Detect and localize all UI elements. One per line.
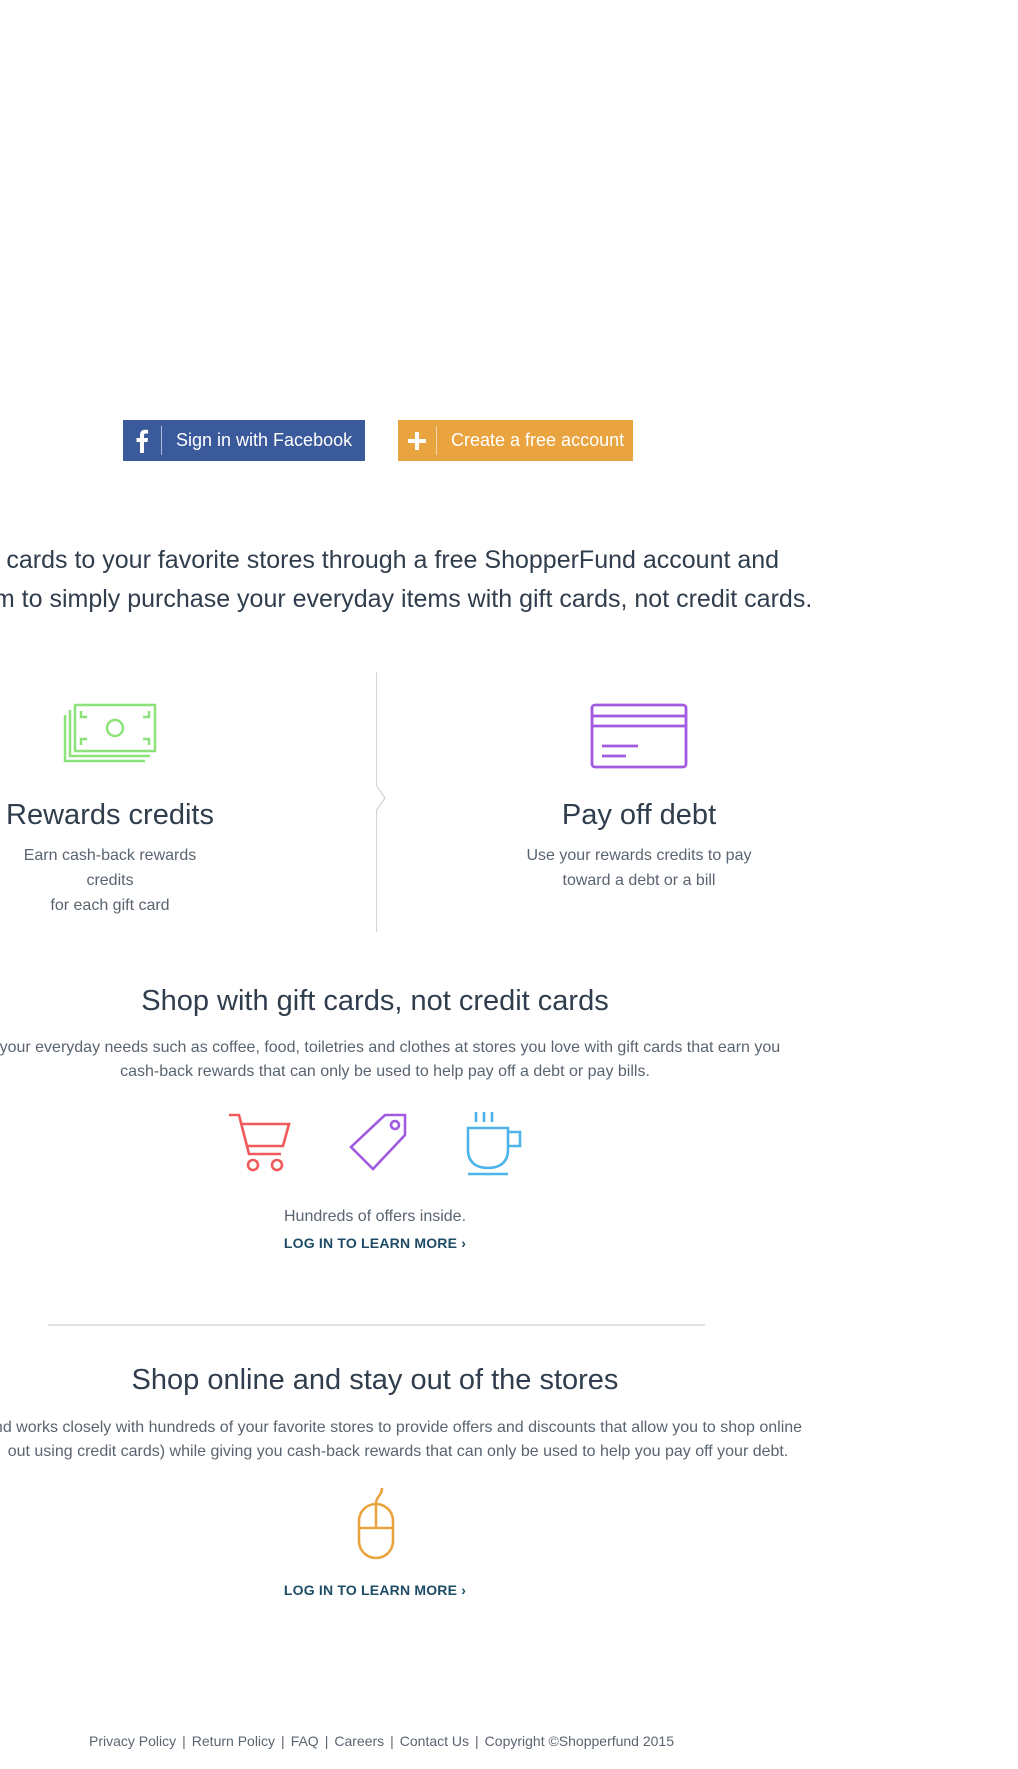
giftcards-desc: r your everyday needs such as coffee, fo… [0,1036,795,1084]
intro-text: ift cards to your favorite stores throug… [0,541,850,619]
facebook-icon [123,420,161,461]
footer-links: Privacy Policy | Return Policy | FAQ | Careers… [89,1733,674,1749]
money-stack-icon [63,703,157,763]
debt-desc-line-2: toward a debt or a bill [562,872,716,889]
footer-link-faq[interactable]: FAQ [291,1733,319,1749]
footer-separator: | [182,1733,186,1749]
online-desc-line-1: nd works closely with hundreds of your f… [0,1419,803,1436]
giftcards-title: Shop with gift cards, not credit cards [141,985,609,1017]
online-desc: nd works closely with hundreds of your f… [0,1416,828,1464]
footer-separator: | [475,1733,479,1749]
facebook-signin-button[interactable]: Sign in with Facebook [123,420,365,461]
price-tag-icon [349,1113,407,1171]
computer-mouse-icon [357,1487,395,1560]
giftcards-desc-line-2: cash-back rewards that can only be used … [120,1063,650,1080]
footer-link-contact-us[interactable]: Contact Us [400,1733,469,1749]
debt-desc-line-1: Use your rewards credits to pay [526,847,752,864]
footer-link-privacy-policy[interactable]: Privacy Policy [89,1733,176,1749]
divider-notch [375,784,386,812]
create-account-button[interactable]: Create a free account [398,420,633,461]
credit-card-icon [590,703,688,769]
rewards-title: Rewards credits [6,799,214,831]
create-account-label: Create a free account [451,430,625,450]
online-title: Shop online and stay out of the stores [131,1364,619,1396]
facebook-signin-label: Sign in with Facebook [176,430,353,450]
intro-line-1: ift cards to your favorite stores throug… [0,546,780,574]
giftcards-desc-line-1: r your everyday needs such as coffee, fo… [0,1039,781,1056]
debt-title: Pay off debt [561,799,717,831]
section-divider [48,1324,705,1326]
online-desc-line-2: out using credit cards) while giving you… [7,1443,789,1460]
rewards-desc-line-2: for each gift card [50,897,170,914]
debt-desc: Use your rewards credits to pay toward a… [509,843,769,893]
footer-separator: | [281,1733,285,1749]
footer-separator: | [324,1733,329,1749]
online-learn-more-link[interactable]: LOG IN TO LEARN MORE › [0,1582,750,1598]
giftcards-learn-more-link[interactable]: LOG IN TO LEARN MORE › [0,1235,750,1251]
footer-link-careers[interactable]: Careers [334,1733,384,1749]
footer-copyright: Copyright ©Shopperfund 2015 [484,1733,675,1749]
footer-link-return-policy[interactable]: Return Policy [192,1733,275,1749]
plus-icon [398,420,436,461]
rewards-desc: Earn cash-back rewards credits for each … [0,843,220,918]
rewards-desc-line-1: Earn cash-back rewards credits [23,847,197,889]
footer-separator: | [390,1733,394,1749]
shopping-cart-icon [229,1113,291,1172]
offers-text: Hundreds of offers inside. [283,1208,467,1225]
intro-line-2: em to simply purchase your everyday item… [0,585,813,613]
coffee-cup-icon [466,1112,522,1176]
